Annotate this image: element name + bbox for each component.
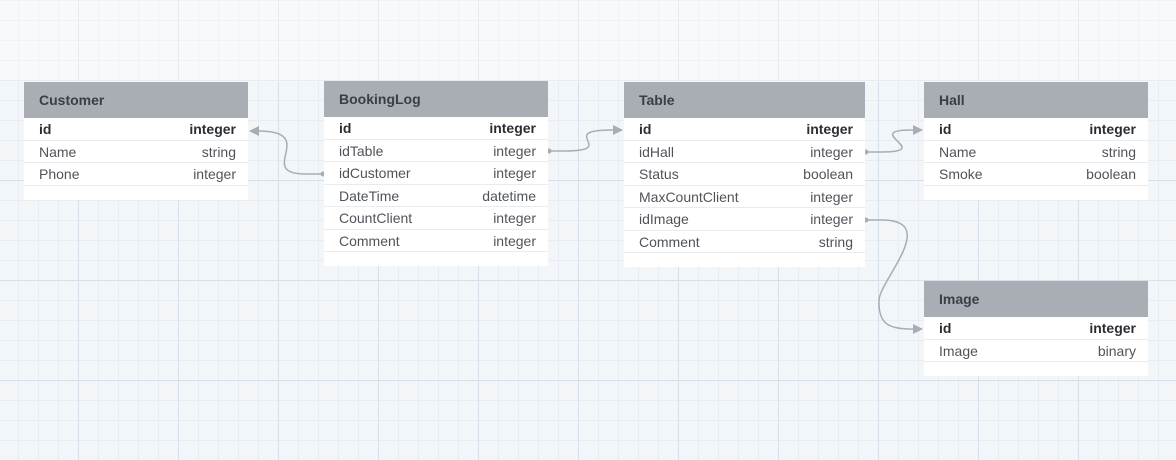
field-name: id [639,121,652,137]
field-row[interactable]: CountClient integer [324,207,548,230]
field-name: Comment [639,233,700,250]
field-row[interactable]: Smoke boolean [924,163,1148,186]
field-type: integer [810,143,853,160]
field-row[interactable]: id integer [924,118,1148,141]
field-row[interactable]: idTable integer [324,140,548,162]
field-type: integer [1089,320,1136,336]
connector-table-hall[interactable] [863,125,923,155]
field-type: integer [810,188,853,205]
entity-footer [24,185,248,200]
connector-bookinglog-table[interactable] [546,125,623,154]
field-type: string [201,143,236,160]
entity-footer [324,252,548,266]
field-name: MaxCountClient [639,188,739,205]
field-name: Status [639,166,679,182]
field-row[interactable]: id integer [624,118,865,141]
field-type: integer [1089,121,1136,137]
field-type: integer [810,211,853,227]
entity-title: Hall [924,82,1148,118]
field-name: Smoke [939,166,983,182]
field-row[interactable]: Status boolean [624,163,865,186]
entity-footer [924,362,1148,376]
field-name: Name [39,143,77,160]
connector-table-image[interactable] [863,217,923,334]
field-type: binary [1097,342,1136,359]
entity-table[interactable]: Table id integer idHall integer Status b… [624,82,865,267]
field-row[interactable]: Phone integer [24,163,248,186]
field-name: Phone [39,166,80,182]
field-type: integer [806,121,853,137]
entity-hall[interactable]: Hall id integer Name string Smoke boolea… [924,82,1148,200]
entity-title: Image [924,281,1148,317]
entity-title: Table [624,82,865,118]
entity-title: BookingLog [324,81,548,117]
field-row[interactable]: id integer [924,317,1148,340]
field-name: Name [939,143,977,160]
field-row[interactable]: id integer [324,117,548,140]
field-type: integer [489,120,536,136]
field-row[interactable]: Comment integer [324,230,548,252]
field-name: CountClient [339,210,413,226]
field-type: datetime [482,187,536,204]
field-name: id [339,120,352,136]
field-type: string [818,233,853,250]
field-type: integer [493,142,536,159]
field-row[interactable]: idCustomer integer [324,162,548,185]
field-row[interactable]: DateTime datetime [324,185,548,207]
field-row[interactable]: Image binary [924,340,1148,362]
field-row[interactable]: Name string [24,141,248,163]
field-row[interactable]: id integer [24,118,248,141]
field-type: integer [193,166,236,182]
field-name: idTable [339,142,384,159]
field-name: Comment [339,232,400,249]
field-type: integer [189,121,236,137]
field-type: integer [493,210,536,226]
canvas-top-band [0,0,1176,82]
field-name: DateTime [339,187,400,204]
field-name: id [939,320,952,336]
field-name: idImage [639,211,689,227]
connector-bookinglog-customer[interactable] [249,126,326,177]
entity-title: Customer [24,82,248,118]
field-row[interactable]: idHall integer [624,141,865,163]
field-row[interactable]: idImage integer [624,208,865,231]
field-type: string [1101,143,1136,160]
field-row[interactable]: Name string [924,141,1148,163]
field-name: id [939,121,952,137]
field-type: integer [493,165,536,181]
field-type: boolean [803,166,853,182]
field-type: boolean [1086,166,1136,182]
field-row[interactable]: MaxCountClient integer [624,186,865,208]
field-name: Image [939,342,978,359]
entity-footer [624,253,865,267]
entity-footer [924,185,1148,200]
entity-image[interactable]: Image id integer Image binary [924,281,1148,376]
field-name: id [39,121,52,137]
entity-customer[interactable]: Customer id integer Name string Phone in… [24,82,248,200]
field-type: integer [493,232,536,249]
field-name: idCustomer [339,165,411,181]
field-row[interactable]: Comment string [624,231,865,253]
entity-bookinglog[interactable]: BookingLog id integer idTable integer id… [324,81,548,266]
field-name: idHall [639,143,675,160]
